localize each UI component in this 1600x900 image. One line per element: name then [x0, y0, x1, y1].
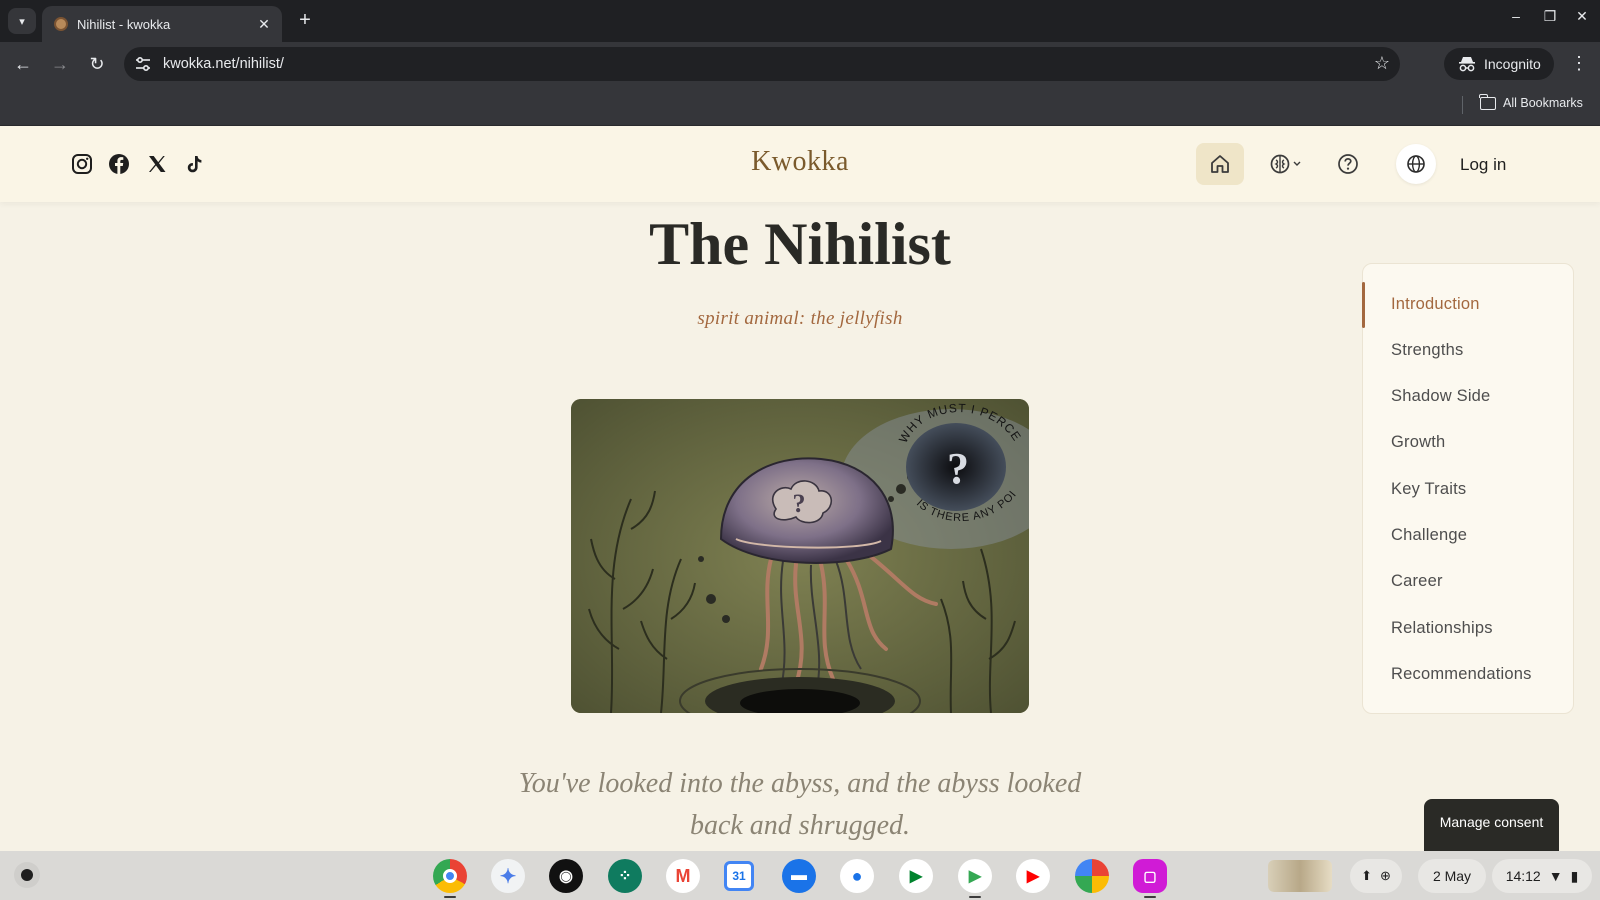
- battery-icon: ▮: [1570, 867, 1579, 884]
- browser-toolbar: ← → ↻ kwokka.net/nihilist/ ☆ Incognito ⋮: [0, 42, 1600, 86]
- table-of-contents: Introduction Strengths Shadow Side Growt…: [1362, 263, 1574, 714]
- app-grid-icon[interactable]: ⁘: [608, 859, 642, 893]
- date-pill[interactable]: 2 May: [1418, 859, 1486, 893]
- os-shelf: ✦ ◉ ⁘ M 31 ▬ ● ▶ ▶ ▶ ▢ ⬆ ⊕ 2 May 14:12 ▼ …: [0, 851, 1600, 900]
- play-store-running-indicator: [969, 896, 981, 898]
- toc-item-challenge[interactable]: Challenge: [1391, 526, 1467, 545]
- browser-menu-icon[interactable]: ⋮: [1570, 54, 1588, 72]
- language-button[interactable]: [1396, 144, 1436, 184]
- jellyfish-illustration: ? ? WHY MUST I PERCEIVE? IS THERE ANY PO…: [571, 399, 1029, 713]
- restore-icon[interactable]: ❐: [1540, 8, 1560, 25]
- browser-tab[interactable]: Nihilist - kwokka ✕: [42, 6, 282, 42]
- gmail-app-icon[interactable]: M: [666, 859, 700, 893]
- messages-app-icon[interactable]: ●: [840, 859, 874, 893]
- new-tab-button[interactable]: +: [294, 9, 316, 31]
- toc-item-growth[interactable]: Growth: [1391, 433, 1445, 452]
- clock-time: 14:12: [1505, 868, 1541, 884]
- screen-capture-running-indicator: [1144, 896, 1156, 898]
- quote-line-2: back and shrugged.: [689, 810, 911, 841]
- youtube-app-icon[interactable]: ▶: [1016, 859, 1050, 893]
- svg-text:?: ?: [947, 444, 969, 493]
- system-tray[interactable]: 14:12 ▼ ▮: [1492, 859, 1592, 893]
- toc-item-relationships[interactable]: Relationships: [1391, 619, 1493, 638]
- manage-consent-button[interactable]: Manage consent: [1424, 799, 1559, 851]
- add-icon: ⊕: [1380, 868, 1391, 883]
- tab-search-button[interactable]: ▾: [8, 8, 36, 34]
- quote-line-1: You've looked into the abyss, and the ab…: [518, 768, 1082, 799]
- toc-item-introduction[interactable]: Introduction: [1391, 295, 1480, 314]
- toc-item-strengths[interactable]: Strengths: [1391, 341, 1463, 360]
- chrome-running-indicator: [444, 896, 456, 898]
- screen-capture-app-icon[interactable]: ▢: [1133, 859, 1167, 893]
- url-text: kwokka.net/nihilist/: [163, 56, 284, 72]
- brain-icon: [1270, 154, 1301, 174]
- folder-icon: [1479, 93, 1496, 110]
- toc-item-career[interactable]: Career: [1391, 572, 1443, 591]
- upload-icon: ⬆: [1361, 868, 1372, 883]
- bookmarks-bar: All Bookmarks: [0, 86, 1600, 126]
- wifi-icon: ▼: [1548, 868, 1563, 884]
- toc-active-indicator: [1362, 282, 1365, 328]
- incognito-label: Incognito: [1484, 56, 1541, 72]
- podcast-app-icon[interactable]: ◉: [549, 859, 583, 893]
- bookmark-star-icon[interactable]: ☆: [1374, 53, 1390, 74]
- help-icon: [1338, 154, 1358, 174]
- address-bar[interactable]: kwokka.net/nihilist/ ☆: [124, 47, 1400, 81]
- help-button[interactable]: [1324, 143, 1372, 185]
- tray-status-icons[interactable]: ⬆ ⊕: [1350, 859, 1402, 893]
- toc-item-key-traits[interactable]: Key Traits: [1391, 480, 1466, 499]
- svg-text:?: ?: [793, 489, 806, 518]
- all-bookmarks-label: All Bookmarks: [1503, 96, 1583, 110]
- minimize-icon[interactable]: –: [1506, 8, 1526, 24]
- files-app-icon[interactable]: ▬: [782, 859, 816, 893]
- forward-button[interactable]: →: [48, 52, 72, 76]
- site-favicon-icon: [54, 17, 68, 31]
- personality-menu-button[interactable]: [1262, 143, 1310, 185]
- toc-item-shadow-side[interactable]: Shadow Side: [1391, 387, 1490, 406]
- bookmarks-divider: [1462, 96, 1463, 114]
- home-icon: [1211, 155, 1229, 173]
- login-link[interactable]: Log in: [1460, 155, 1506, 175]
- all-bookmarks-button[interactable]: All Bookmarks: [1479, 93, 1583, 110]
- spirit-animal-subtitle: spirit animal: the jellyfish: [697, 308, 903, 329]
- reload-button[interactable]: ↻: [85, 52, 109, 76]
- browser-tab-strip: ▾ Nihilist - kwokka ✕ + – ❐ ✕: [0, 0, 1600, 42]
- tab-title: Nihilist - kwokka: [77, 16, 171, 32]
- photos-app-icon[interactable]: [1075, 859, 1109, 893]
- calendar-app-icon[interactable]: 31: [724, 861, 754, 891]
- gemini-app-icon[interactable]: ✦: [491, 859, 525, 893]
- site-info-icon[interactable]: [134, 55, 152, 73]
- globe-icon: [1407, 155, 1425, 173]
- page-title: The Nihilist: [649, 211, 951, 277]
- incognito-badge[interactable]: Incognito: [1444, 48, 1554, 80]
- site-header: Kwokka Log in: [0, 126, 1600, 202]
- meet-app-icon[interactable]: ▶: [899, 859, 933, 893]
- intro-quote: You've looked into the abyss, and the ab…: [500, 763, 1100, 847]
- close-window-icon[interactable]: ✕: [1572, 8, 1592, 25]
- launcher-button[interactable]: [14, 862, 40, 888]
- holding-space-thumbnail[interactable]: [1268, 860, 1332, 892]
- home-button[interactable]: [1196, 143, 1244, 185]
- back-button[interactable]: ←: [11, 52, 35, 76]
- chrome-app-icon[interactable]: [433, 859, 467, 893]
- play-store-app-icon[interactable]: ▶: [958, 859, 992, 893]
- toc-item-recommendations[interactable]: Recommendations: [1391, 665, 1532, 684]
- incognito-icon: [1459, 57, 1475, 72]
- close-tab-icon[interactable]: ✕: [256, 16, 272, 33]
